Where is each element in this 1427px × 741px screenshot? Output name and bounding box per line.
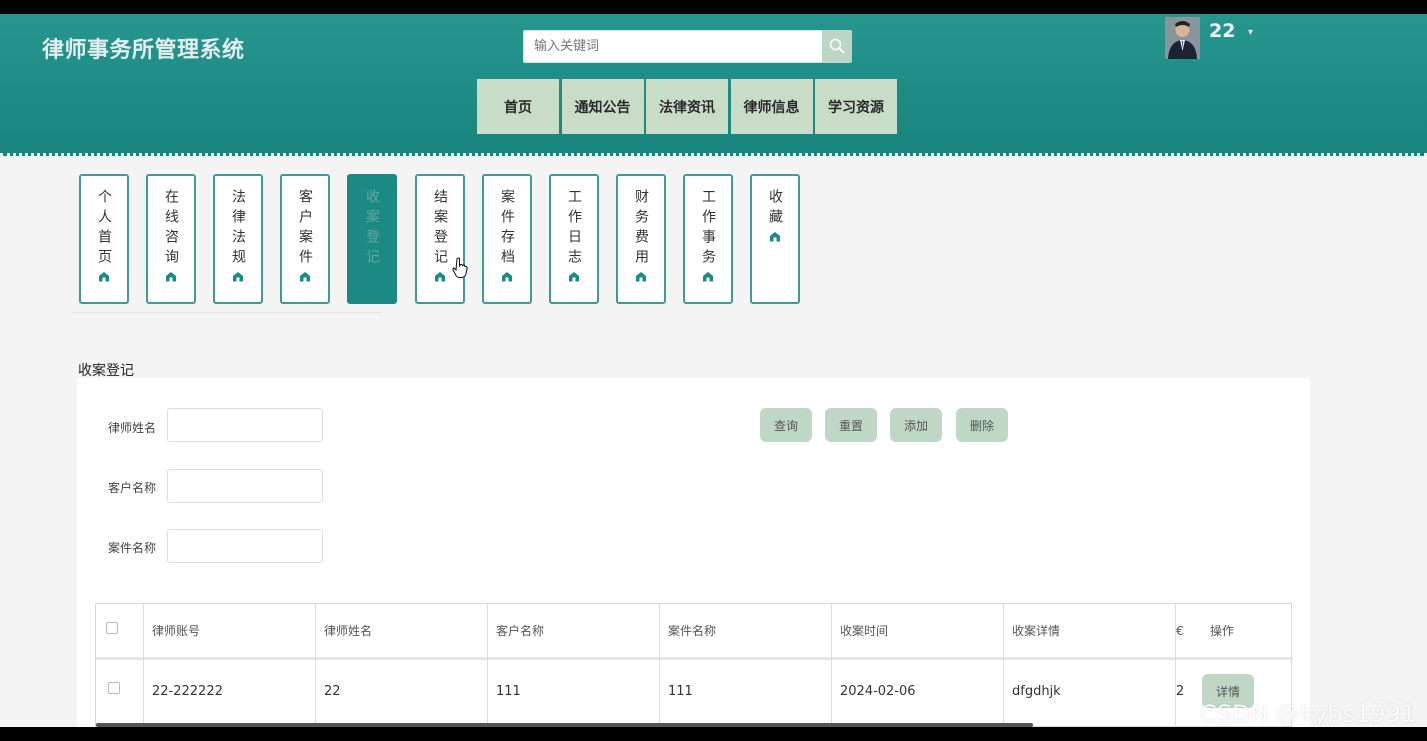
home-icon [770,232,780,242]
client-name-label: 客户名称 [108,481,157,495]
home-icon [166,272,176,282]
reset-button[interactable]: 重置 [825,408,877,442]
tab-label: 结案登记 [432,189,448,269]
row-checkbox[interactable] [108,682,120,694]
table-cell: 22-222222 [152,684,223,699]
page: 律师事务所管理系统 22 ▾ 首页 通知公告 法律资讯 律师信息 [0,14,1427,727]
tab-label: 法律法规 [230,189,246,269]
username[interactable]: 22 [1209,20,1235,42]
chevron-down-icon[interactable]: ▾ [1248,27,1253,38]
nav-item-notices[interactable]: 通知公告 [561,79,644,134]
lawyer-name-label: 律师姓名 [108,421,157,435]
nav-item-home[interactable]: 首页 [477,79,559,134]
tab-3[interactable]: 客户案件 [280,174,330,304]
watermark: CSDN @kybs1991 [1200,700,1417,727]
home-icon [703,272,713,282]
home-icon [636,272,646,282]
add-button[interactable]: 添加 [890,408,942,442]
column-header[interactable]: 律师姓名 [315,604,487,658]
home-icon [569,272,579,282]
nav-item-legal-news[interactable]: 法律资讯 [646,79,728,134]
header: 律师事务所管理系统 22 ▾ 首页 通知公告 法律资讯 律师信息 [0,14,1427,156]
table-cell: 2 [1176,684,1185,699]
tab-2[interactable]: 法律法规 [213,174,263,304]
column-header[interactable]: 收案时间 [831,604,1003,658]
user-photo-icon [1165,17,1200,59]
nav-item-learning[interactable]: 学习资源 [815,79,897,134]
delete-button[interactable]: 删除 [956,408,1008,442]
data-table: 律师账号 律师姓名 客户名称 案件名称 收案时间 收案详情 € 操作 22-222222 22 11… [95,603,1293,727]
column-header[interactable]: 操作 [1187,604,1287,658]
select-all-checkbox[interactable] [106,622,118,634]
tab-6[interactable]: 案件存档 [482,174,532,304]
tabs-divider [72,312,382,313]
home-icon [300,272,310,282]
table-cell: 111 [496,684,521,699]
hand-cursor-icon [452,257,468,278]
tab-label: 客户案件 [297,189,313,269]
home-icon [99,272,109,282]
column-header[interactable]: 收案详情 [1003,604,1175,658]
tab-7[interactable]: 工作日志 [549,174,599,304]
client-name-input[interactable] [167,469,323,503]
tab-label: 在线咨询 [163,189,179,269]
case-name-input[interactable] [167,529,323,563]
table-cell: dfgdhjk [1012,684,1061,699]
section-title: 收案登记 [78,363,134,379]
tab-label: 案件存档 [499,189,515,269]
column-header[interactable]: 律师账号 [143,604,315,658]
horizontal-scrollbar[interactable] [96,723,1033,727]
header-divider [0,153,1427,156]
case-name-label: 案件名称 [108,541,157,555]
tab-label: 工作日志 [566,189,582,269]
lawyer-name-input[interactable] [167,408,323,442]
tab-label: 财务费用 [633,189,649,269]
query-button[interactable]: 查询 [760,408,812,442]
tab-5[interactable]: 结案登记 [415,174,465,304]
tab-label: 工作事务 [700,189,716,269]
column-header[interactable]: € [1175,604,1187,658]
search-input[interactable] [523,30,823,63]
tab-4[interactable]: 收案登记 [347,174,397,304]
column-header[interactable]: 案件名称 [659,604,831,658]
nav-item-lawyers[interactable]: 律师信息 [730,79,813,134]
home-icon [502,272,512,282]
top-nav: 首页 通知公告 法律资讯 律师信息 学习资源 [477,79,900,134]
table-cell: 2024-02-06 [840,684,916,699]
column-header[interactable]: 客户名称 [487,604,659,658]
table-cell: 22 [324,684,341,699]
tab-1[interactable]: 在线咨询 [146,174,196,304]
tab-10[interactable]: 收藏 [750,174,800,304]
tab-8[interactable]: 财务费用 [616,174,666,304]
site-title: 律师事务所管理系统 [42,38,245,63]
avatar[interactable] [1165,17,1200,59]
tab-label: 收藏 [767,189,783,229]
tab-0[interactable]: 个人首页 [79,174,129,304]
search-button[interactable] [822,30,852,63]
tab-label: 个人首页 [96,189,112,269]
home-icon [435,272,445,282]
search-icon [829,38,845,54]
tab-9[interactable]: 工作事务 [683,174,733,304]
home-icon [233,272,243,282]
table-cell: 111 [668,684,693,699]
tab-label: 收案登记 [364,189,380,269]
